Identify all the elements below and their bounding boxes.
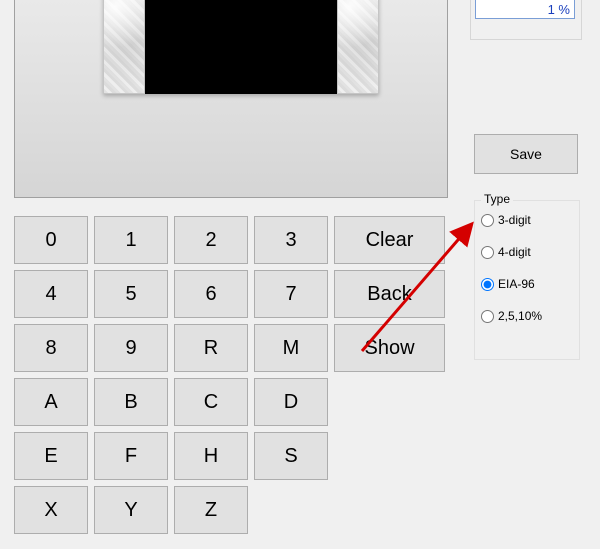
key-z[interactable]: Z [174, 486, 248, 534]
key-c[interactable]: C [174, 378, 248, 426]
key-m[interactable]: M [254, 324, 328, 372]
tolerance-input[interactable] [475, 0, 575, 19]
type-option-2-5-10-[interactable]: 2,5,10% [481, 309, 542, 323]
keypad: 0123Clear 4567Back 89RMShow ABCD EFHS XYZ [14, 216, 446, 540]
key-x[interactable]: X [14, 486, 88, 534]
type-radio[interactable] [481, 246, 494, 259]
clear-button[interactable]: Clear [334, 216, 445, 264]
type-option-eia-96[interactable]: EIA-96 [481, 277, 542, 291]
key-d[interactable]: D [254, 378, 328, 426]
smd-body [145, 0, 337, 94]
key-2[interactable]: 2 [174, 216, 248, 264]
key-s[interactable]: S [254, 432, 328, 480]
type-radio[interactable] [481, 310, 494, 323]
key-5[interactable]: 5 [94, 270, 168, 318]
type-option-label: 2,5,10% [498, 309, 542, 323]
key-1[interactable]: 1 [94, 216, 168, 264]
type-group: Type 3-digit4-digitEIA-962,5,10% [474, 200, 580, 360]
smd-left-cap [103, 0, 145, 94]
key-7[interactable]: 7 [254, 270, 328, 318]
key-3[interactable]: 3 [254, 216, 328, 264]
smd-resistor-image [103, 0, 379, 94]
key-9[interactable]: 9 [94, 324, 168, 372]
type-option-label: 4-digit [498, 245, 531, 259]
key-b[interactable]: B [94, 378, 168, 426]
key-6[interactable]: 6 [174, 270, 248, 318]
save-button[interactable]: Save [474, 134, 578, 174]
type-option-label: EIA-96 [498, 277, 535, 291]
key-4[interactable]: 4 [14, 270, 88, 318]
key-e[interactable]: E [14, 432, 88, 480]
show-button[interactable]: Show [334, 324, 445, 372]
key-r[interactable]: R [174, 324, 248, 372]
key-a[interactable]: A [14, 378, 88, 426]
resistor-display-panel [14, 0, 448, 198]
smd-right-cap [337, 0, 379, 94]
type-option-4-digit[interactable]: 4-digit [481, 245, 542, 259]
key-8[interactable]: 8 [14, 324, 88, 372]
type-option-label: 3-digit [498, 213, 531, 227]
key-0[interactable]: 0 [14, 216, 88, 264]
back-button[interactable]: Back [334, 270, 445, 318]
key-y[interactable]: Y [94, 486, 168, 534]
key-h[interactable]: H [174, 432, 248, 480]
type-radio[interactable] [481, 214, 494, 227]
key-f[interactable]: F [94, 432, 168, 480]
type-label: Type [481, 192, 513, 206]
tolerance-group: Tolerance [470, 0, 582, 40]
type-radio[interactable] [481, 278, 494, 291]
type-option-3-digit[interactable]: 3-digit [481, 213, 542, 227]
